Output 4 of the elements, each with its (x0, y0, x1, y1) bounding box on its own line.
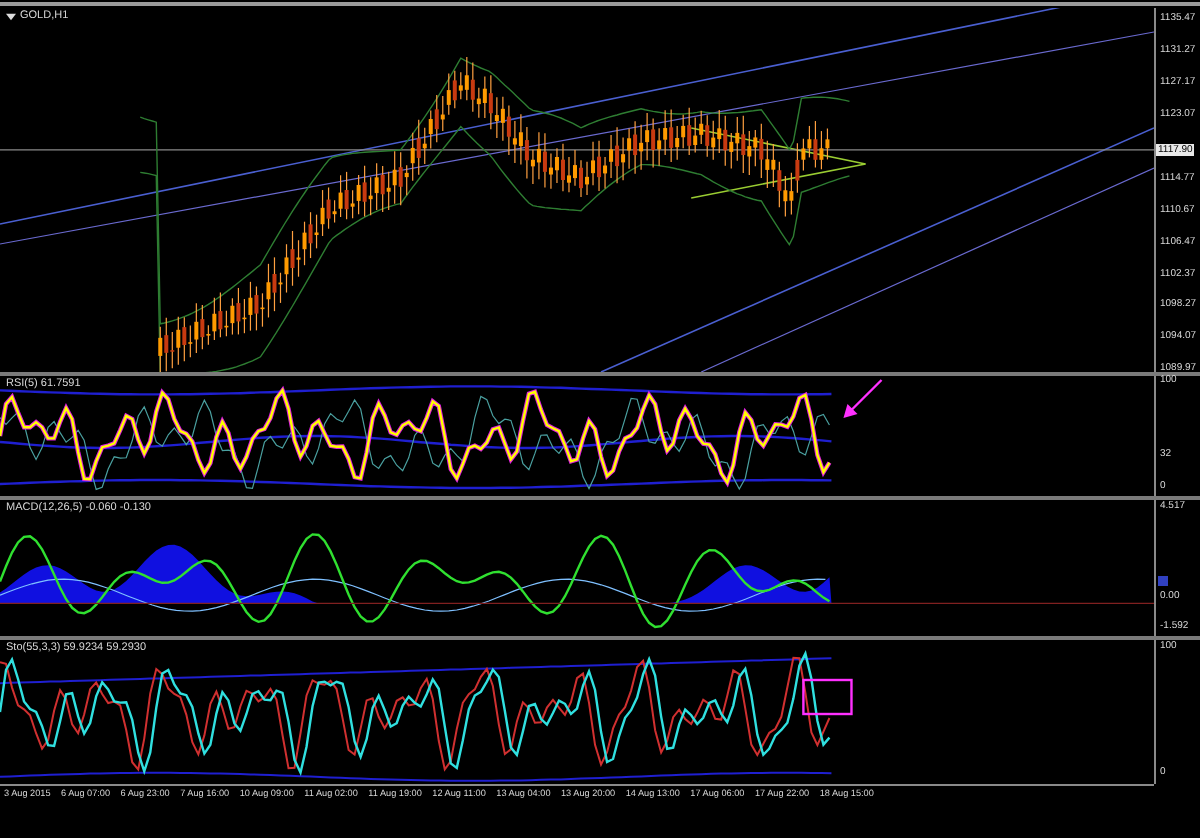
dropdown-triangle-icon[interactable] (6, 11, 16, 21)
highlight-rectangle (802, 678, 853, 716)
annotation-arrow (843, 379, 883, 418)
signal-level-marker (1158, 576, 1168, 587)
